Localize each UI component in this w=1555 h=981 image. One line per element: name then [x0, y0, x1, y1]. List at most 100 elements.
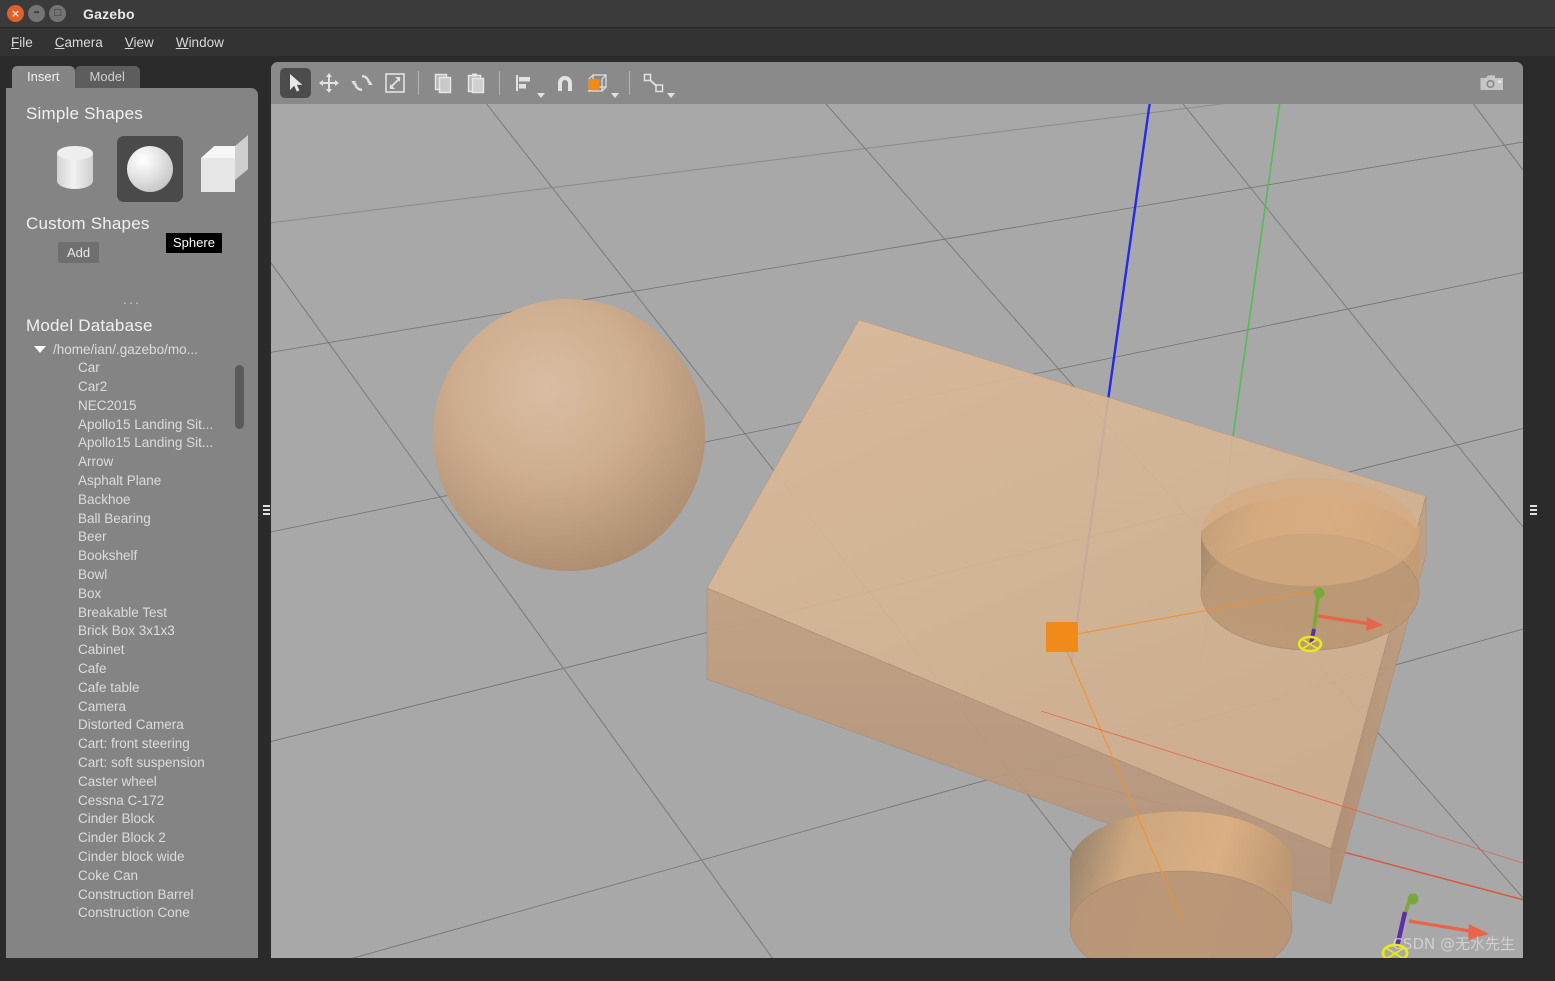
- wheel-right-object: [1200, 478, 1420, 651]
- rotate-tool-button[interactable]: [346, 68, 377, 98]
- material-dropdown-caret[interactable]: [611, 93, 619, 98]
- scale-tool-button[interactable]: [379, 68, 410, 98]
- model-list-item[interactable]: Distorted Camera: [6, 716, 258, 735]
- joint-link-icon: [643, 73, 663, 93]
- model-list-item[interactable]: Bowl: [6, 566, 258, 585]
- model-list-item[interactable]: Cabinet: [6, 641, 258, 660]
- model-list-item[interactable]: Cart: front steering: [6, 735, 258, 754]
- camera-icon: [1480, 75, 1503, 90]
- move-arrows-icon: [318, 73, 339, 93]
- scale-arrows-icon: [384, 73, 405, 93]
- model-list-item[interactable]: Bookshelf: [6, 547, 258, 566]
- window-controls: × – □: [0, 5, 66, 22]
- model-list-item[interactable]: Cafe table: [6, 679, 258, 698]
- left-splitter-handle[interactable]: [261, 62, 271, 958]
- box-icon: [201, 135, 249, 192]
- window-title: Gazebo: [83, 5, 135, 22]
- panel-resize-grip[interactable]: ‧‧‧: [6, 263, 258, 310]
- model-list-item[interactable]: Car2: [6, 378, 258, 397]
- 3d-viewport[interactable]: CSDN @无水先生: [271, 104, 1523, 958]
- model-list-item[interactable]: Coke Can: [6, 867, 258, 886]
- model-list-item[interactable]: Box: [6, 585, 258, 604]
- model-list-item[interactable]: Asphalt Plane: [6, 472, 258, 491]
- simple-shapes-row: [6, 124, 258, 202]
- model-list-scrollbar[interactable]: [235, 365, 244, 430]
- cursor-arrow-icon: [289, 74, 302, 92]
- shape-sphere-button[interactable]: [117, 136, 183, 202]
- align-icon: [515, 75, 530, 91]
- model-list-item[interactable]: Ball Bearing: [6, 510, 258, 529]
- model-database-root-label: /home/ian/.gazebo/mo...: [53, 342, 198, 358]
- chevron-down-icon: [34, 346, 46, 354]
- model-list-item[interactable]: Construction Barrel: [6, 886, 258, 905]
- tab-model[interactable]: Model: [74, 66, 140, 88]
- align-tool-button[interactable]: [508, 68, 539, 98]
- model-list-item[interactable]: Breakable Test: [6, 604, 258, 623]
- sphere-object: [433, 299, 705, 571]
- panel-tabs: Insert Model: [6, 62, 264, 88]
- model-list-item[interactable]: Construction Cone: [6, 904, 258, 919]
- model-list-item[interactable]: Arrow: [6, 453, 258, 472]
- close-button[interactable]: ×: [7, 5, 24, 22]
- joint-tool-button[interactable]: [638, 68, 669, 98]
- joint-dropdown-caret[interactable]: [667, 93, 675, 98]
- model-list-item[interactable]: Cessna C-172: [6, 792, 258, 811]
- render-toolbar: [271, 62, 1523, 104]
- maximize-button[interactable]: □: [49, 5, 66, 22]
- menu-window[interactable]: Window: [176, 32, 236, 53]
- model-list-item[interactable]: Brick Box 3x1x3: [6, 622, 258, 641]
- menu-view[interactable]: View: [125, 32, 166, 53]
- minimize-button[interactable]: –: [28, 5, 45, 22]
- paste-button[interactable]: [460, 68, 491, 98]
- model-list-item[interactable]: Cafe: [6, 660, 258, 679]
- model-list-item[interactable]: Cart: soft suspension: [6, 754, 258, 773]
- screenshot-button[interactable]: [1476, 68, 1507, 98]
- selection-marker: [1046, 622, 1078, 652]
- wheel-left-object: [1069, 811, 1293, 958]
- model-list-item[interactable]: Apollo15 Landing Sit...: [6, 416, 258, 435]
- scene-svg: [271, 104, 1523, 958]
- shape-cylinder-button[interactable]: [42, 136, 107, 202]
- snap-tool-button[interactable]: [549, 68, 580, 98]
- left-panel: Insert Model Simple Shapes Custom Shapes…: [6, 62, 264, 958]
- model-list-item[interactable]: Caster wheel: [6, 773, 258, 792]
- model-list-item[interactable]: Car: [6, 359, 258, 378]
- model-list-item[interactable]: Backhoe: [6, 491, 258, 510]
- model-list-item[interactable]: Beer: [6, 528, 258, 547]
- toolbar-separator: [418, 71, 419, 95]
- right-splitter-handle[interactable]: [1528, 62, 1538, 958]
- close-icon: ×: [10, 7, 21, 20]
- toolbar-separator: [629, 71, 630, 95]
- material-tool-button[interactable]: [582, 68, 613, 98]
- model-list-item[interactable]: Cinder block wide: [6, 848, 258, 867]
- watermark-text: CSDN @无水先生: [1392, 935, 1515, 953]
- shape-box-button[interactable]: [193, 135, 258, 202]
- copy-icon: [434, 73, 451, 94]
- menu-camera[interactable]: Camera: [55, 32, 115, 53]
- render-area: CSDN @无水先生: [271, 62, 1523, 958]
- rotate-arrows-icon: [350, 75, 373, 91]
- menu-file[interactable]: File: [11, 32, 45, 53]
- tab-insert[interactable]: Insert: [12, 66, 75, 88]
- model-list-item[interactable]: NEC2015: [6, 397, 258, 416]
- align-dropdown-caret[interactable]: [537, 93, 545, 98]
- model-list[interactable]: Car Car2 NEC2015 Apollo15 Landing Sit... Apo…: [6, 359, 258, 919]
- cylinder-icon: [56, 146, 93, 192]
- material-cube-icon: [587, 74, 607, 93]
- model-database-root[interactable]: /home/ian/.gazebo/mo...: [6, 336, 258, 357]
- model-list-item[interactable]: Cinder Block 2: [6, 829, 258, 848]
- toolbar-separator: [499, 71, 500, 95]
- magnet-icon: [557, 76, 572, 91]
- model-list-item[interactable]: Apollo15 Landing Sit...: [6, 434, 258, 453]
- minimize-icon: –: [33, 4, 40, 20]
- select-tool-button[interactable]: [280, 68, 311, 98]
- translate-tool-button[interactable]: [313, 68, 344, 98]
- model-list-item[interactable]: Camera: [6, 698, 258, 717]
- custom-shapes-heading: Custom Shapes: [26, 214, 150, 233]
- sphere-tooltip: Sphere: [166, 233, 222, 254]
- model-list-item[interactable]: Cinder Block: [6, 810, 258, 829]
- copy-button[interactable]: [427, 68, 458, 98]
- paste-icon: [467, 73, 484, 94]
- title-bar: × – □ Gazebo: [0, 0, 1555, 28]
- add-custom-shape-button[interactable]: Add: [58, 242, 100, 263]
